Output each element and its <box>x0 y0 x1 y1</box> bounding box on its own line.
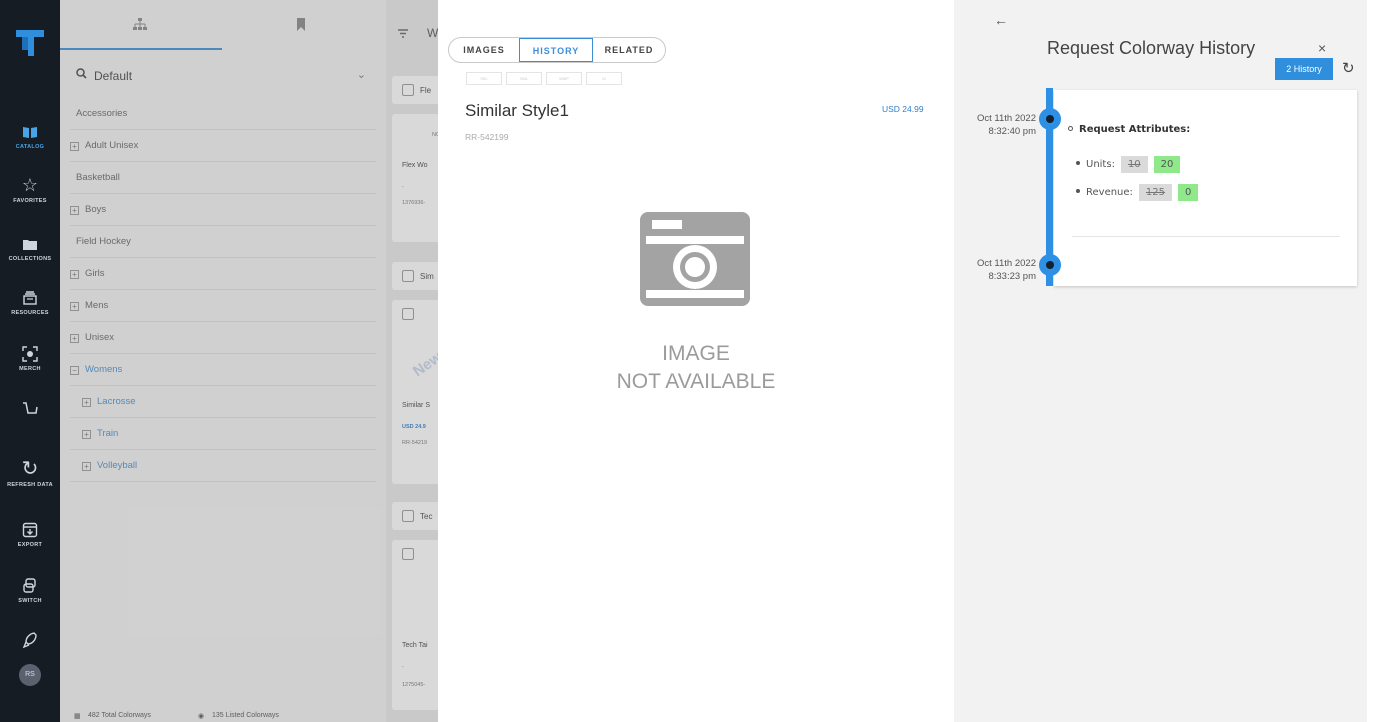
style-title: Similar Style1 <box>465 101 569 120</box>
divider <box>1072 236 1340 237</box>
size-tab[interactable]: WMP <box>546 72 582 85</box>
size-tab[interactable]: SML <box>506 72 542 85</box>
app-logo[interactable] <box>14 28 46 58</box>
circle-bullet-icon <box>1068 126 1073 131</box>
nav-resources[interactable]: RESOURCES <box>0 286 60 316</box>
attr-label: Revenue: <box>1086 187 1133 198</box>
new-value: 0 <box>1178 184 1199 201</box>
nav-cart[interactable] <box>0 396 60 418</box>
new-value: 20 <box>1153 156 1181 173</box>
nav-refresh-data[interactable]: ↻ REFRESH DATA <box>0 458 60 488</box>
nav-favorites[interactable]: ☆ FAVORITES <box>0 174 60 204</box>
history-title: Request Colorway History <box>1047 38 1256 58</box>
modal-backdrop[interactable] <box>60 0 438 722</box>
timeline-dot[interactable] <box>1039 108 1061 130</box>
placeholder-line-1: IMAGE <box>662 342 730 365</box>
nav-collections[interactable]: COLLECTIONS <box>0 232 60 262</box>
close-icon[interactable]: × <box>1318 40 1326 56</box>
entry-time: 8:32:40 pm <box>988 126 1036 137</box>
size-tabs: SEL SML WMP M <box>466 72 622 85</box>
entry-time: 8:33:23 pm <box>988 271 1036 282</box>
history-card: Request Attributes: Units: 10 20 Revenue: 1… <box>1054 90 1357 286</box>
folder-icon <box>0 232 60 254</box>
rocket-icon <box>0 628 60 650</box>
details-tabs: IMAGES HISTORY RELATED <box>448 37 666 63</box>
timeline-date: Oct 11th 2022 8:32:40 pm <box>956 112 1036 138</box>
tab-images[interactable]: IMAGES <box>449 38 519 62</box>
request-attributes-heading: Request Attributes: <box>1068 124 1190 135</box>
switch-icon <box>0 574 60 596</box>
size-tab[interactable]: M <box>586 72 622 85</box>
refresh-icon: ↻ <box>21 458 39 480</box>
history-count-badge[interactable]: 2 History <box>1275 58 1333 80</box>
avatar[interactable]: RS <box>19 664 41 686</box>
nav-rocket[interactable] <box>0 628 60 650</box>
style-price: USD 24.99 <box>882 104 924 114</box>
nav-export[interactable]: EXPORT <box>0 518 60 548</box>
attr-row-revenue: Revenue: 125 0 <box>1076 184 1199 201</box>
nav-merch[interactable]: MERCH <box>0 342 60 372</box>
tab-related[interactable]: RELATED <box>593 38 665 62</box>
tab-history[interactable]: HISTORY <box>519 38 593 62</box>
timeline-dot[interactable] <box>1039 254 1061 276</box>
nav-rail: CATALOG ☆ FAVORITES COLLECTIONS RESOURCE… <box>0 0 60 722</box>
window-edge <box>1367 0 1373 722</box>
scan-icon <box>0 342 60 364</box>
refresh-icon[interactable]: ↻ <box>1342 59 1355 77</box>
inbox-icon <box>0 286 60 308</box>
bullet-icon <box>1076 161 1080 165</box>
image-not-available: IMAGE NOT AVAILABLE <box>566 340 826 396</box>
bullet-icon <box>1076 189 1080 193</box>
cart-icon <box>0 396 60 418</box>
style-id: RR-542199 <box>465 132 509 142</box>
attr-label: Units: <box>1086 159 1115 170</box>
old-value: 10 <box>1120 156 1148 173</box>
size-tab[interactable]: SEL <box>466 72 502 85</box>
export-icon <box>0 518 60 540</box>
book-icon <box>0 120 60 142</box>
attr-row-units: Units: 10 20 <box>1076 156 1181 173</box>
camera-icon <box>640 212 750 306</box>
heading-text: Request Attributes: <box>1079 124 1191 135</box>
timeline-date: Oct 11th 2022 8:33:23 pm <box>956 257 1036 283</box>
details-panel: IMAGES HISTORY RELATED SEL SML WMP M Sim… <box>438 8 954 722</box>
nav-switch[interactable]: SWITCH <box>0 574 60 604</box>
star-icon: ☆ <box>21 175 39 195</box>
entry-date: Oct 11th 2022 <box>977 113 1036 124</box>
old-value: 125 <box>1138 184 1173 201</box>
history-panel: ← Request Colorway History × 2 History ↻… <box>954 0 1367 722</box>
back-arrow-icon[interactable]: ← <box>994 12 1008 28</box>
nav-catalog[interactable]: CATALOG <box>0 120 60 150</box>
placeholder-line-2: NOT AVAILABLE <box>616 370 776 393</box>
entry-date: Oct 11th 2022 <box>977 258 1036 269</box>
